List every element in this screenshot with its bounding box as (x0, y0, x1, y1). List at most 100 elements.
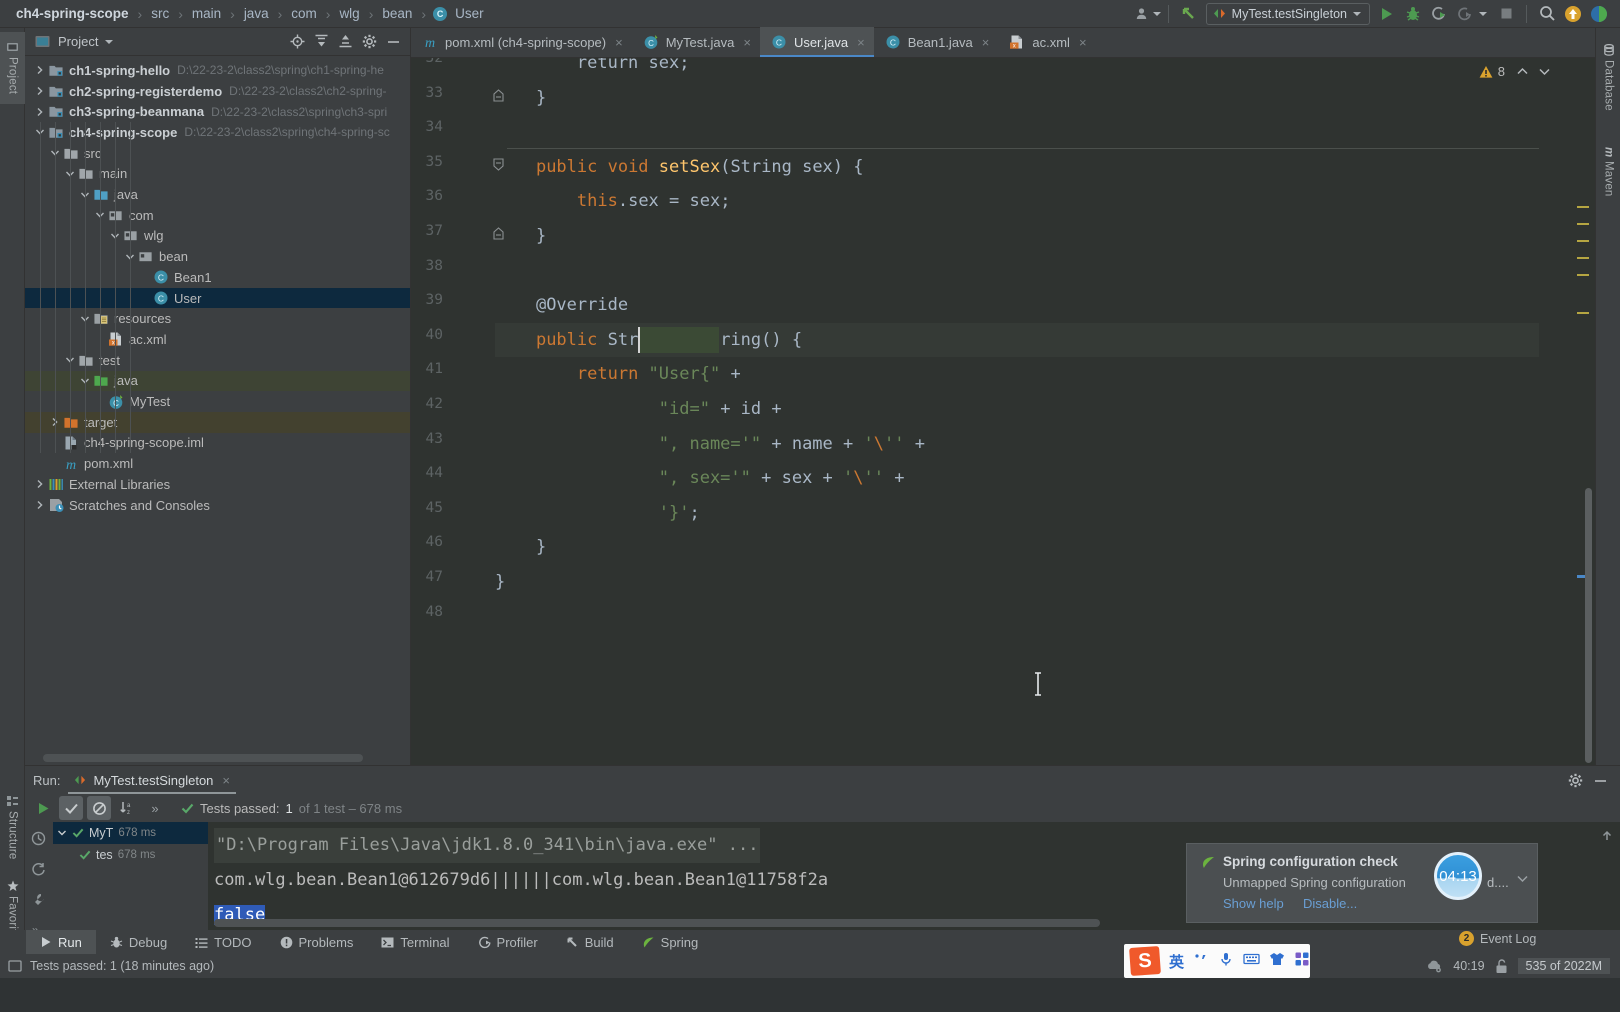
balloon-link-show-help[interactable]: Show help (1223, 896, 1284, 911)
tree-item-src[interactable]: src (25, 143, 410, 164)
sidebar-item-project[interactable]: Project (0, 32, 25, 104)
test-tree-row[interactable]: MyT 678 ms (53, 822, 208, 844)
code-editor[interactable]: 32 33 34 35 36 37 38 39 40 41 42 43 44 45 46 47 48 retur… (411, 58, 1595, 765)
run-session-tab[interactable]: MyTest.testSingleton × (68, 766, 236, 794)
chevron-right-icon[interactable] (33, 500, 47, 510)
sogou-logo-icon[interactable]: S (1129, 945, 1161, 977)
show-passed-tests-toggle[interactable] (59, 796, 83, 820)
chevron-up-icon[interactable] (1516, 65, 1529, 78)
skin-icon[interactable] (1269, 951, 1285, 971)
tree-item-bean1[interactable]: C Bean1 (25, 267, 410, 288)
locate-icon[interactable] (286, 31, 308, 53)
stop-icon[interactable] (1493, 1, 1519, 27)
scroll-to-top-icon[interactable] (1600, 828, 1614, 848)
editor-tab-bar[interactable]: m pom.xml (ch4-spring-scope) × C MyTest.java… (411, 27, 1595, 58)
collapse-all-icon[interactable] (310, 31, 332, 53)
gear-icon[interactable] (358, 31, 380, 53)
tree-item-ch4-spring-scope[interactable]: ch4-spring-scope D:\22-23-2\class2\spring… (25, 122, 410, 143)
bottom-tab-spring[interactable]: Spring (628, 930, 713, 954)
editor-scrollbar-area[interactable]: 8 (1479, 58, 1595, 765)
chevron-down-icon[interactable] (1152, 11, 1161, 16)
minimize-icon[interactable] (1593, 773, 1608, 788)
bottom-tab-run[interactable]: Run (26, 930, 96, 954)
debug-icon[interactable] (1400, 1, 1426, 27)
chevron-right-icon[interactable] (33, 86, 47, 96)
project-horizontal-scrollbar[interactable] (43, 754, 363, 762)
test-tree[interactable]: MyT 678 ms tes 678 ms (53, 822, 208, 930)
tree-item-test[interactable]: test (25, 350, 410, 371)
back-arrow-icon[interactable] (1176, 1, 1202, 27)
close-icon[interactable]: × (222, 773, 230, 788)
run-coverage-icon[interactable] (1426, 1, 1452, 27)
breadcrumb-item-java[interactable]: java (242, 6, 271, 21)
breadcrumb-item-src[interactable]: src (149, 6, 171, 21)
expand-icon[interactable] (334, 31, 356, 53)
tree-item-ch4-spring-scope-iml[interactable]: ch4-spring-scope.iml (25, 433, 410, 454)
unlock-icon[interactable] (1495, 958, 1508, 974)
run-panel-toolbar[interactable]: az » Tests passed: 1 of 1 test – 678 ms (25, 794, 1620, 822)
apps-icon[interactable] (1294, 951, 1310, 971)
editor-gutter[interactable]: 32 33 34 35 36 37 38 39 40 41 42 43 44 45 46 47 48 (411, 58, 504, 765)
editor-marker[interactable] (1577, 312, 1589, 314)
console-status-icon[interactable] (8, 959, 22, 973)
editor-tab-user-java[interactable]: C User.java × (759, 27, 874, 57)
editor-tab-pom-xml-ch4-spring-scope-[interactable]: m pom.xml (ch4-spring-scope) × (411, 27, 632, 57)
editor-tab-bean1-java[interactable]: C Bean1.java × (874, 27, 999, 57)
tree-item-main[interactable]: main (25, 164, 410, 185)
tree-item-scratches-and-consoles[interactable]: Scratches and Consoles (25, 495, 410, 516)
tree-item-ch1-spring-hello[interactable]: ch1-spring-hello D:\22-23-2\class2\spring… (25, 60, 410, 81)
editor-tab-ac-xml[interactable]: x ac.xml × (998, 27, 1095, 57)
tree-item-com[interactable]: com (25, 205, 410, 226)
chevron-down-icon[interactable] (1516, 872, 1529, 890)
bottom-tab-build[interactable]: Build (552, 930, 628, 954)
bottom-tab-problems[interactable]: Problems (266, 930, 368, 954)
tree-item-user[interactable]: C User (25, 287, 410, 309)
tree-item-java[interactable]: java (25, 184, 410, 205)
project-tree[interactable]: ch1-spring-hello D:\22-23-2\class2\spring… (25, 56, 410, 747)
bottom-tab-profiler[interactable]: Profiler (464, 930, 552, 954)
console-horizontal-scrollbar[interactable] (214, 919, 1100, 927)
sidebar-item-maven[interactable]: m Maven (1596, 136, 1620, 208)
sidebar-item-structure[interactable]: Structure (0, 788, 25, 868)
tree-item-ch3-spring-beanmana[interactable]: ch3-spring-beanmana D:\22-23-2\class2\spr… (25, 101, 410, 122)
close-icon[interactable]: × (743, 35, 751, 50)
tree-item-ch2-spring-registerdemo[interactable]: ch2-spring-registerdemo D:\22-23-2\class2… (25, 81, 410, 102)
punctuation-icon[interactable] (1193, 951, 1209, 971)
chevron-down-icon[interactable] (1538, 65, 1551, 78)
bottom-tab-terminal[interactable]: Terminal (367, 930, 463, 954)
update-icon[interactable] (1560, 1, 1586, 27)
search-icon[interactable] (1534, 1, 1560, 27)
close-icon[interactable]: × (982, 35, 990, 50)
profile-icon[interactable] (1452, 1, 1478, 27)
gear-icon[interactable] (1568, 773, 1583, 788)
breadcrumb-item-com[interactable]: com (289, 6, 319, 21)
editor-tab-mytest-java[interactable]: C MyTest.java × (632, 27, 760, 57)
inspection-status[interactable]: 8 (1479, 64, 1551, 79)
ide-icon[interactable] (1586, 1, 1612, 27)
chevron-right-icon[interactable] (33, 107, 47, 117)
tree-item-bean[interactable]: bean (25, 246, 410, 267)
tree-item-external-libraries[interactable]: External Libraries (25, 474, 410, 495)
minimize-icon[interactable] (382, 31, 404, 53)
settings-wrench-icon[interactable] (25, 883, 53, 914)
close-icon[interactable]: × (1079, 35, 1087, 50)
mic-icon[interactable] (1218, 951, 1234, 971)
event-log-label[interactable]: Event Log (1480, 932, 1536, 946)
editor-marker[interactable] (1577, 274, 1589, 276)
keyboard-icon[interactable] (1243, 951, 1260, 971)
expand-more-icon[interactable]: » (143, 796, 167, 820)
run-icon[interactable] (1374, 1, 1400, 27)
run-configuration-selector[interactable]: MyTest.testSingleton (1205, 2, 1370, 25)
notification-balloon[interactable]: Spring configuration check Unmapped Spri… (1186, 843, 1538, 923)
chevron-down-icon[interactable] (105, 39, 114, 44)
breadcrumb-item-main[interactable]: main (190, 6, 223, 21)
tree-item-pom-xml[interactable]: m pom.xml (25, 453, 410, 474)
editor-code-area[interactable]: return sex; } public void setSex(String … (495, 58, 1595, 765)
rerun-icon[interactable] (31, 796, 55, 820)
status-bar-timer[interactable]: 40:19 (1453, 959, 1484, 973)
editor-marker[interactable] (1577, 240, 1589, 242)
chevron-right-icon[interactable] (33, 65, 47, 75)
event-log-indicator[interactable]: 2 Event Log (1459, 931, 1536, 946)
close-icon[interactable]: × (615, 35, 623, 50)
tree-item-resources[interactable]: resources (25, 308, 410, 329)
